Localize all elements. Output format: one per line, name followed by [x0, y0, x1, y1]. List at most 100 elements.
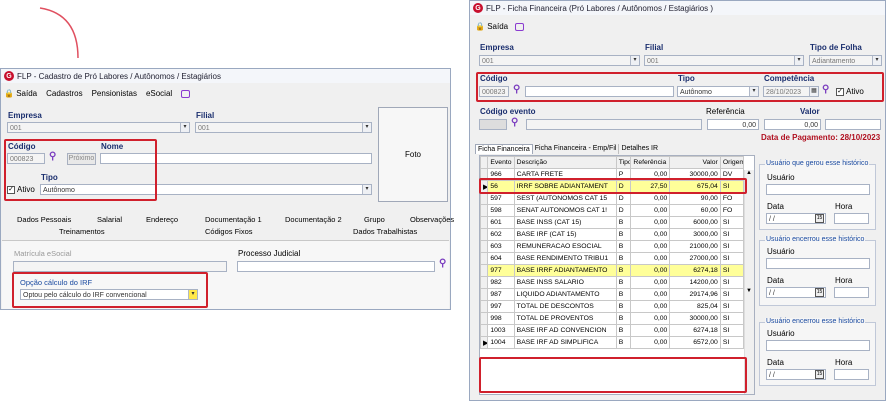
table-row[interactable]: 982 BASE INSS SALARIO B 0,00 14200,00 SI: [480, 276, 745, 289]
table-cell: BASE RENDIMENTO TRIBU1: [513, 252, 617, 265]
tab-salarial[interactable]: Salarial: [97, 215, 122, 224]
tab-treinamentos[interactable]: Treinamentos: [59, 227, 105, 236]
empresa-select[interactable]: 001 ▾: [7, 122, 190, 133]
tab-codigos-fixos[interactable]: Códigos Fixos: [205, 227, 253, 236]
hora-label: Hora: [835, 276, 853, 285]
table-cell: SI: [719, 216, 745, 229]
scroll-up-icon[interactable]: ▲: [746, 170, 752, 176]
column-header[interactable]: Referência: [630, 156, 671, 169]
chevron-down-icon: ▾: [794, 56, 803, 65]
tabs-row-2: Treinamentos Códigos Fixos Dados Trabalh…: [1, 227, 450, 239]
column-header[interactable]: Valor: [669, 156, 721, 169]
table-row[interactable]: 597 SEST (AUTONOMOS CAT 15 D 0,00 90,00 FO: [480, 192, 745, 205]
table-cell: 603: [487, 240, 515, 253]
evento-descricao-field[interactable]: [526, 119, 702, 130]
table-cell: BASE IRF AD CONVENCION: [513, 324, 617, 337]
flp-logo-icon: G: [473, 3, 483, 13]
tipo-folha-select[interactable]: Adiantamento ▾: [809, 55, 882, 66]
table-row[interactable]: ▶ 1004 BASE IRF AD SIMPLIFICA B 0,00 6572,00 S…: [480, 336, 745, 349]
tab-dados-pessoais[interactable]: Dados Pessoais: [17, 215, 71, 224]
table-row[interactable]: 998 TOTAL DE PROVENTOS B 0,00 30000,00 SI: [480, 312, 745, 325]
empresa-select[interactable]: 001 ▾: [479, 55, 640, 66]
tab-content-panel: Matrícula eSocial Processo Judicial ⚲ Op…: [2, 240, 449, 309]
filial-select[interactable]: 001 ▾: [195, 122, 372, 133]
tab-detalhes-ir[interactable]: Detalhes IR: [619, 144, 660, 154]
matricula-field[interactable]: [13, 261, 227, 272]
table-row[interactable]: 598 SENAT AUTONOMOS CAT 1! D 0,00 60,00 FO: [480, 204, 745, 217]
table-cell: 0,00: [630, 252, 671, 265]
tab-documentacao-2[interactable]: Documentação 2: [285, 215, 342, 224]
tab-endereco[interactable]: Endereço: [146, 215, 178, 224]
table-cell: 0,00: [630, 228, 671, 241]
valor-field[interactable]: 0,00: [764, 119, 821, 130]
menu-esocial[interactable]: eSocial: [146, 89, 172, 98]
ficha-titlebar: G FLP - Ficha Financeira (Pró Labores / …: [470, 1, 885, 15]
calendar-icon[interactable]: 15: [815, 214, 824, 223]
table-cell: SI: [719, 336, 745, 349]
table-cell: 0,00: [630, 204, 671, 217]
filial-select[interactable]: 001 ▾: [644, 55, 804, 66]
search-icon[interactable]: ⚲: [511, 117, 518, 128]
toolbar: 🔒 Saída Cadastros Pensionistas eSocial: [4, 89, 191, 98]
window-title: FLP - Cadastro de Pró Labores / Autônomo…: [17, 71, 221, 81]
column-header[interactable]: Descrição: [513, 156, 617, 169]
tab-dados-trabalhistas[interactable]: Dados Trabalhistas: [353, 227, 417, 236]
group-title: Usuário encerrou esse histórico: [765, 318, 866, 325]
tab-ficha-financeira-emp-fil[interactable]: Ficha Financeira - Emp/Fil: [533, 144, 620, 154]
menu-pensionistas[interactable]: Pensionistas: [92, 89, 137, 98]
column-header[interactable]: Tipo: [615, 156, 632, 169]
photo-box[interactable]: Foto: [378, 107, 448, 202]
extra-field[interactable]: [825, 119, 881, 130]
tab-observacoes[interactable]: Observações: [410, 215, 454, 224]
table-cell: B: [615, 264, 632, 277]
table-row[interactable]: 1003 BASE IRF AD CONVENCION B 0,00 6274,18 SI: [480, 324, 745, 337]
tab-grupo[interactable]: Grupo: [364, 215, 385, 224]
codigo-evento-field[interactable]: [479, 119, 507, 130]
usuario-field[interactable]: [766, 340, 870, 351]
chat-icon[interactable]: [515, 22, 525, 31]
saida-button[interactable]: 🔒 Saída: [4, 89, 37, 98]
calendar-icon[interactable]: 15: [815, 288, 824, 297]
column-header[interactable]: Evento: [487, 156, 515, 169]
tab-ficha-financeira[interactable]: Ficha Financeira: [475, 144, 533, 154]
table-row[interactable]: 603 REMUNERACAO ESOCIAL B 0,00 21000,00 SI: [480, 240, 745, 253]
table-row[interactable]: 604 BASE RENDIMENTO TRIBU1 B 0,00 27000,00 SI: [480, 252, 745, 265]
scroll-down-icon[interactable]: ▼: [746, 288, 752, 294]
window-title: FLP - Ficha Financeira (Pró Labores / Au…: [486, 3, 714, 13]
table-row[interactable]: 602 BASE IRF (CAT 15) B 0,00 3000,00 SI: [480, 228, 745, 241]
search-icon[interactable]: ⚲: [439, 258, 446, 269]
column-header[interactable]: Origem: [719, 156, 745, 169]
filial-label: Filial: [645, 43, 664, 52]
table-cell: B: [615, 252, 632, 265]
tab-documentacao-1[interactable]: Documentação 1: [205, 215, 262, 224]
hora-field[interactable]: [834, 369, 869, 380]
row-indicator: [480, 240, 489, 253]
hora-field[interactable]: [834, 287, 869, 298]
hora-field[interactable]: [834, 213, 869, 224]
table-cell: 0,00: [630, 300, 671, 313]
table-row[interactable]: 977 BASE IRRF ADIANTAMENTO B 0,00 6274,18 SI: [480, 264, 745, 277]
table-cell: 1003: [487, 324, 515, 337]
referencia-field[interactable]: 0,00: [707, 119, 759, 130]
menu-cadastros[interactable]: Cadastros: [46, 89, 82, 98]
table-cell: 14200,00: [669, 276, 721, 289]
ficha-window: G FLP - Ficha Financeira (Pró Labores / …: [469, 0, 886, 401]
table-cell: SI: [719, 240, 745, 253]
table-cell: SI: [719, 264, 745, 277]
usuario-field[interactable]: [766, 258, 870, 269]
table-cell: B: [615, 300, 632, 313]
chat-icon[interactable]: [181, 89, 191, 98]
saida-button[interactable]: 🔒 Saída: [475, 22, 508, 31]
calendar-icon[interactable]: 15: [815, 370, 824, 379]
table-cell: 998: [487, 312, 515, 325]
row-indicator: [480, 288, 489, 301]
table-cell: SI: [719, 324, 745, 337]
matricula-label: Matrícula eSocial: [14, 249, 72, 258]
table-cell: 0,00: [630, 324, 671, 337]
cadastro-titlebar: G FLP - Cadastro de Pró Labores / Autôno…: [1, 69, 450, 83]
usuario-field[interactable]: [766, 184, 870, 195]
table-row[interactable]: 997 TOTAL DE DESCONTOS B 0,00 825,04 SI: [480, 300, 745, 313]
processo-field[interactable]: [237, 261, 435, 272]
table-row[interactable]: 987 LIQUIDO ADIANTAMENTO B 0,00 29174,96 SI: [480, 288, 745, 301]
table-row[interactable]: 601 BASE INSS (CAT 15) B 0,00 6000,00 SI: [480, 216, 745, 229]
